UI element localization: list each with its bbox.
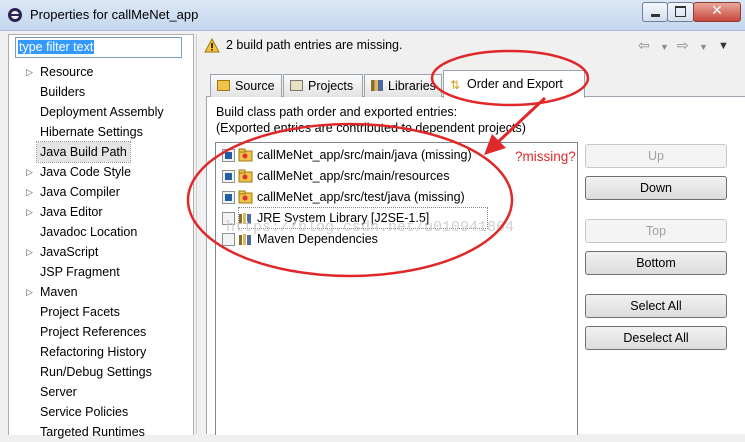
down-button[interactable]: Down — [585, 176, 727, 200]
close-button[interactable]: ✕ — [693, 2, 741, 22]
select-all-button[interactable]: Select All — [585, 294, 727, 318]
tree-item-server[interactable]: Server — [40, 382, 77, 402]
tree-item-builders[interactable]: Builders — [40, 82, 85, 102]
filter-input[interactable]: type filter text — [15, 37, 182, 58]
tree-item-jsp-fragment[interactable]: JSP Fragment — [40, 262, 120, 282]
minimize-button[interactable] — [642, 2, 668, 22]
order-export-icon: ⇅ — [450, 78, 461, 92]
source-folder-icon — [238, 148, 253, 162]
back-menu-icon[interactable]: ▼ — [660, 42, 669, 52]
tree-item-deployment-assembly[interactable]: Deployment Assembly — [40, 102, 164, 122]
view-menu-icon[interactable]: ▼ — [718, 40, 729, 52]
export-checkbox[interactable] — [222, 170, 235, 183]
tree-item-maven[interactable]: Maven — [40, 282, 78, 302]
maximize-button[interactable] — [667, 2, 694, 22]
annotation-missing-label: ?missing? — [515, 149, 576, 164]
entry-label: callMeNet_app/src/test/java (missing) — [257, 190, 465, 204]
expand-arrow-icon[interactable]: ▷ — [26, 162, 36, 182]
tree-item-javadoc-location[interactable]: Javadoc Location — [40, 222, 137, 242]
libraries-icon — [371, 80, 383, 91]
expand-arrow-icon[interactable]: ▷ — [26, 242, 36, 262]
tree-item-service-policies[interactable]: Service Policies — [40, 402, 128, 422]
tree-item-java-editor[interactable]: Java Editor — [40, 202, 103, 222]
tree-item-project-references[interactable]: Project References — [40, 322, 146, 342]
tab-projects[interactable]: Projects — [283, 74, 363, 97]
up-button[interactable]: Up — [585, 144, 727, 168]
tree-item-javascript[interactable]: JavaScript — [40, 242, 98, 262]
tab-source[interactable]: Source — [210, 74, 282, 97]
source-icon — [217, 80, 230, 91]
eclipse-icon — [8, 8, 22, 22]
deselect-all-button[interactable]: Deselect All — [585, 326, 727, 350]
expand-arrow-icon[interactable]: ▷ — [26, 62, 36, 82]
forward-menu-icon[interactable]: ▼ — [699, 42, 708, 52]
tree-item-java-compiler[interactable]: Java Compiler — [40, 182, 120, 202]
warning-icon — [204, 38, 220, 53]
source-folder-icon — [238, 190, 253, 204]
expand-arrow-icon[interactable]: ▷ — [26, 202, 36, 222]
tree-item-refactoring-history[interactable]: Refactoring History — [40, 342, 146, 362]
export-checkbox[interactable] — [222, 191, 235, 204]
watermark: https://blog.csdn.net/u010941864 — [226, 219, 515, 236]
warning-message: 2 build path entries are missing. — [226, 38, 403, 52]
bottom-button[interactable]: Bottom — [585, 251, 727, 275]
split-sash[interactable] — [196, 34, 197, 434]
entry-label: callMeNet_app/src/main/java (missing) — [257, 148, 472, 162]
expand-arrow-icon[interactable]: ▷ — [26, 182, 36, 202]
forward-arrow-icon[interactable]: ⇨ — [677, 37, 689, 54]
projects-icon — [290, 80, 303, 91]
expand-arrow-icon[interactable]: ▷ — [26, 282, 36, 302]
source-folder-icon — [238, 169, 253, 183]
tree-item-java-build-path[interactable]: Java Build Path — [36, 141, 131, 163]
tree-item-run-debug-settings[interactable]: Run/Debug Settings — [40, 362, 152, 382]
tree-item-java-code-style[interactable]: Java Code Style — [40, 162, 131, 182]
tree-item-hibernate-settings[interactable]: Hibernate Settings — [40, 122, 143, 142]
panel-description: Build class path order and exported entr… — [216, 105, 458, 119]
top-button[interactable]: Top — [585, 219, 727, 243]
tab-libraries[interactable]: Libraries — [364, 74, 442, 97]
tree-item-project-facets[interactable]: Project Facets — [40, 302, 120, 322]
tree-item-resource[interactable]: Resource — [40, 62, 94, 82]
window-title: Properties for callMeNet_app — [30, 7, 199, 22]
panel-subdescription: (Exported entries are contributed to dep… — [216, 121, 526, 135]
close-icon: ✕ — [711, 2, 723, 18]
tree-item-targeted-runtimes[interactable]: Targeted Runtimes — [40, 422, 145, 442]
export-checkbox[interactable] — [222, 149, 235, 162]
tab-order-and-export[interactable]: ⇅ Order and Export — [443, 70, 585, 98]
entry-label: callMeNet_app/src/main/resources — [257, 169, 450, 183]
back-arrow-icon[interactable]: ⇦ — [638, 37, 650, 54]
